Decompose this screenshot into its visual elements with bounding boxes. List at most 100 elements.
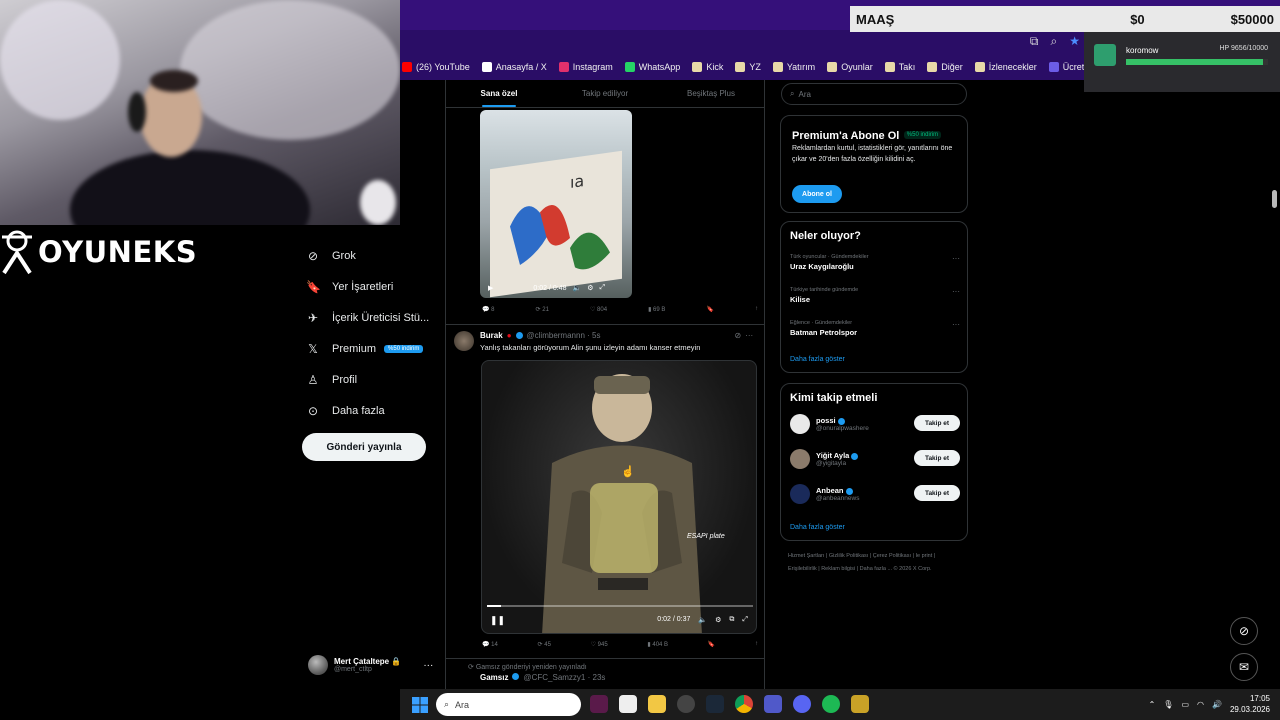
sidebar-item-daha[interactable]: ⊙ Daha fazla	[306, 395, 446, 426]
sidebar-item-profil[interactable]: ♙ Profil	[306, 364, 446, 395]
bookmark-item[interactable]: WhatsApp	[624, 62, 680, 72]
bookmark-item[interactable]: Diğer	[927, 62, 963, 72]
bookmark-item[interactable]: Instagram	[558, 62, 613, 72]
share-icon[interactable]: ↑	[755, 306, 758, 313]
zoom-icon[interactable]: ⌕	[1051, 34, 1058, 49]
show-more-link[interactable]: Daha fazla göster	[790, 524, 845, 531]
like-button[interactable]: ♡ 945	[591, 641, 608, 648]
repost-button[interactable]: ⟳ 21	[536, 306, 549, 313]
follow-suggestion[interactable]: Anbean @anbeannews Takip et	[790, 482, 960, 506]
subscribe-button[interactable]: Abone ol	[792, 185, 842, 203]
windows-start-icon[interactable]	[412, 697, 428, 713]
more-icon[interactable]: ···	[423, 660, 433, 671]
follow-button[interactable]: Takip et	[914, 450, 960, 466]
chevron-up-icon[interactable]: ⌃	[1149, 700, 1156, 709]
bookmark-item[interactable]: İzlenecekler	[974, 62, 1037, 72]
chrome-icon[interactable]	[735, 695, 753, 713]
search-input[interactable]: ⌕ Ara	[781, 83, 967, 105]
cast-icon[interactable]: ⧉	[1030, 34, 1039, 49]
taskbar-search[interactable]: ⌕ Ara	[436, 693, 581, 716]
avatar[interactable]	[790, 484, 810, 504]
share-icon[interactable]: ↑	[755, 641, 758, 648]
repost-button[interactable]: ⟳ 45	[538, 641, 551, 648]
tab-following[interactable]: Takip ediliyor	[552, 80, 658, 107]
footer-links[interactable]: Hizmet Şartları | Gizlilik Politikası | …	[788, 550, 958, 576]
fullscreen-icon[interactable]: ⤢	[599, 284, 605, 292]
account-switcher[interactable]: Mert Çataltepe 🔒 @mert_ctltp ···	[308, 652, 438, 678]
play-icon[interactable]: ▶	[488, 284, 493, 292]
pause-icon[interactable]: ❚❚	[490, 615, 505, 626]
author-name[interactable]: Gamsız	[480, 673, 508, 682]
sidebar-item-grok[interactable]: ⊘ Grok	[306, 240, 446, 271]
display-icon[interactable]: ▭	[1181, 700, 1189, 709]
post-button[interactable]: Gönderi yayınla	[302, 433, 426, 461]
bookmark-item[interactable]: Takı	[884, 62, 915, 72]
tweet[interactable]: Burak ● @climbermannn · 5s ⊘ ··· Yanlış …	[446, 324, 764, 648]
discord-icon[interactable]	[793, 695, 811, 713]
star-icon[interactable]: ★	[1069, 34, 1080, 49]
volume-icon[interactable]: 🔊	[1212, 700, 1222, 709]
reply-button[interactable]: 💬 8	[482, 306, 494, 313]
sidebar-item-içerik[interactable]: ✈ İçerik Üreticisi Stü...	[306, 302, 446, 333]
verified-icon	[851, 452, 859, 460]
author-handle[interactable]: @climbermannn · 5s	[527, 331, 601, 340]
avatar[interactable]	[454, 331, 474, 351]
bookmark-item[interactable]: Oyunlar	[827, 62, 873, 72]
folder-icon[interactable]	[648, 695, 666, 713]
tab-besiktas-plus[interactable]: Beşiktaş Plus	[658, 80, 764, 107]
sidebar-item-premium[interactable]: 𝕏 Premium %50 indirim	[306, 333, 446, 364]
bookmark-icon[interactable]: 🔖	[706, 306, 713, 313]
settings-icon[interactable]: ⚙	[587, 284, 593, 292]
app-icon[interactable]	[677, 695, 695, 713]
video-player[interactable]: ıa ▶ 0:02 / 0:48 🔈 ⚙ ⤢	[480, 110, 632, 298]
bookmark-icon[interactable]: 🔖	[708, 641, 715, 648]
clock[interactable]: 17:05 29.03.2026	[1230, 693, 1270, 715]
fullscreen-icon[interactable]: ⤢	[742, 616, 748, 624]
trend-item[interactable]: Türkiye tarihinde gündemde Kilise ···	[790, 287, 960, 304]
follow-suggestion[interactable]: Yiğit Ayla @yigitayla Takip et	[790, 447, 960, 471]
sidebar-item-yer[interactable]: 🔖 Yer İşaretleri	[306, 271, 446, 302]
bookmark-item[interactable]: Kick	[692, 62, 723, 72]
follow-suggestion[interactable]: possi @onuralpwashere Takip et	[790, 412, 960, 436]
author-handle[interactable]: @CFC_Samzzy1 · 23s	[523, 673, 605, 682]
app-icon[interactable]	[851, 695, 869, 713]
bookmark-item[interactable]: (26) YouTube	[402, 62, 470, 72]
pip-icon[interactable]: ⧉	[729, 616, 734, 624]
scrollbar[interactable]	[1272, 190, 1277, 208]
teams-icon[interactable]	[764, 695, 782, 713]
volume-icon[interactable]: 🔈	[572, 284, 581, 292]
views-stat[interactable]: ▮ 69 B	[648, 306, 665, 313]
views-stat[interactable]: ▮ 404 B	[647, 641, 668, 648]
follow-button[interactable]: Takip et	[914, 485, 960, 501]
trend-item[interactable]: Türk oyuncular · Gündemdekiler Uraz Kaygı…	[790, 254, 960, 271]
grok-icon[interactable]: ⊘	[734, 331, 741, 340]
file-icon[interactable]	[619, 695, 637, 713]
bookmark-item[interactable]: YZ	[735, 62, 761, 72]
steam-icon[interactable]	[706, 695, 724, 713]
spotify-icon[interactable]	[822, 695, 840, 713]
video-player[interactable]: ESAPI plate ☝ ❚❚ 0:02 / 0:37 🔈 ⚙ ⧉ ⤢	[481, 360, 757, 634]
messages-icon[interactable]: ✉	[1230, 653, 1258, 681]
bookmark-item[interactable]: Anasayfa / X	[481, 62, 547, 72]
avatar[interactable]	[790, 449, 810, 469]
like-button[interactable]: ♡ 804	[590, 306, 607, 313]
more-icon[interactable]: ···	[952, 254, 960, 263]
more-icon[interactable]: ···	[745, 331, 753, 340]
reply-button[interactable]: 💬 14	[482, 641, 498, 648]
volume-icon[interactable]: 🔈	[698, 616, 707, 624]
trend-item[interactable]: Eğlence · Gündemdekiler Batman Petrolspor…	[790, 320, 960, 337]
more-icon[interactable]: ···	[952, 287, 960, 296]
settings-icon[interactable]: ⚙	[715, 616, 721, 624]
follow-button[interactable]: Takip et	[914, 415, 960, 431]
app-icon[interactable]	[590, 695, 608, 713]
tab-for-you[interactable]: Sana özel	[446, 80, 552, 107]
avatar[interactable]	[790, 414, 810, 434]
tweet-header[interactable]: Gamsız @CFC_Samzzy1 · 23s	[480, 673, 605, 682]
bookmark-item[interactable]: Yatırım	[772, 62, 815, 72]
show-more-link[interactable]: Daha fazla göster	[790, 356, 845, 363]
author-name[interactable]: Burak	[480, 331, 503, 340]
grok-icon[interactable]: ⊘	[1230, 617, 1258, 645]
more-icon[interactable]: ···	[952, 320, 960, 329]
wifi-icon[interactable]: ◠	[1197, 700, 1204, 709]
mic-icon[interactable]: 🎙	[1163, 700, 1173, 709]
